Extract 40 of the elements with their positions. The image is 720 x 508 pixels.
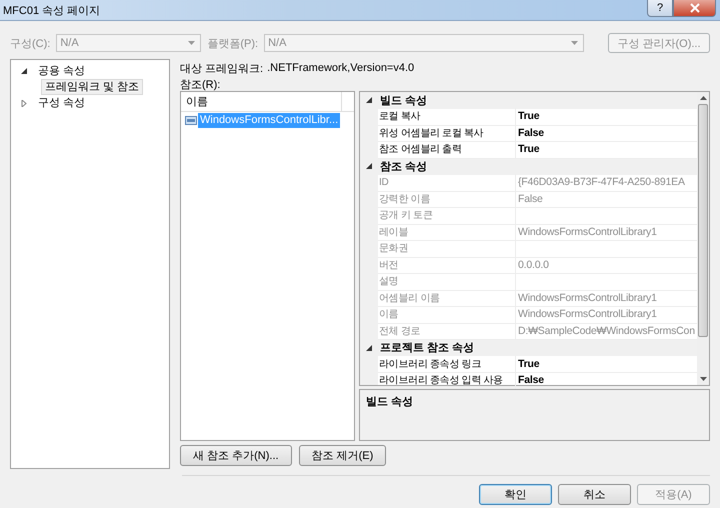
tree-item[interactable]: 프레임워크 및 참조 xyxy=(41,79,144,95)
platform-label: 플랫폼(P): xyxy=(207,36,258,50)
help-button[interactable]: ? xyxy=(647,0,673,17)
column-header[interactable]: 이름 xyxy=(181,92,342,111)
collapsed-arrow-icon[interactable] xyxy=(21,100,28,106)
property-value[interactable]: True xyxy=(518,358,540,370)
scroll-down-icon[interactable] xyxy=(700,377,706,381)
target-framework-label: 대상 프레임워크: xyxy=(180,62,264,76)
property-name[interactable]: 라이브러리 종속성 링크 xyxy=(378,356,516,373)
expanded-arrow-icon[interactable] xyxy=(366,97,372,104)
caret-icon xyxy=(188,41,196,45)
scrollbar-thumb[interactable] xyxy=(698,104,708,337)
close-button[interactable] xyxy=(673,0,716,17)
window-title: MFC01 속성 페이지 xyxy=(2,4,100,18)
property-value[interactable]: False xyxy=(518,126,544,139)
property-name[interactable]: 로컬 복사 xyxy=(378,108,516,126)
target-framework-value: .NETFramework,Version=v4.0 xyxy=(267,62,414,74)
reference-button[interactable]: 참조 제거(E) xyxy=(298,445,386,466)
close-icon xyxy=(690,3,700,13)
reference-icon xyxy=(185,116,197,125)
description-title: 빌드 속성 xyxy=(366,396,414,408)
scrollbar[interactable] xyxy=(697,92,709,385)
dialog-button[interactable]: 확인 xyxy=(479,484,552,505)
category-header[interactable]: 참조 속성 xyxy=(378,158,428,174)
property-value[interactable]: True xyxy=(518,143,540,156)
expanded-arrow-icon[interactable] xyxy=(366,344,372,351)
property-name[interactable]: 위성 어셈블리 로컬 복사 xyxy=(378,124,516,142)
references-label: 참조(R): xyxy=(180,78,222,91)
expanded-arrow-icon[interactable] xyxy=(366,163,372,170)
tree-item[interactable]: 공용 속성 xyxy=(34,63,90,79)
property-value[interactable]: False xyxy=(518,374,544,386)
dialog-button[interactable]: 취소 xyxy=(558,484,631,505)
tree-item[interactable]: 구성 속성 xyxy=(34,95,90,111)
caret-icon xyxy=(571,41,578,45)
property-value[interactable]: True xyxy=(518,110,540,122)
reference-button[interactable]: 새 참조 추가(N)... xyxy=(180,445,292,466)
category-header[interactable]: 빌드 속성 xyxy=(378,92,428,108)
configuration-label: 구성(C): xyxy=(10,36,50,50)
expanded-arrow-icon[interactable] xyxy=(21,68,28,74)
scroll-up-icon[interactable] xyxy=(700,96,706,100)
